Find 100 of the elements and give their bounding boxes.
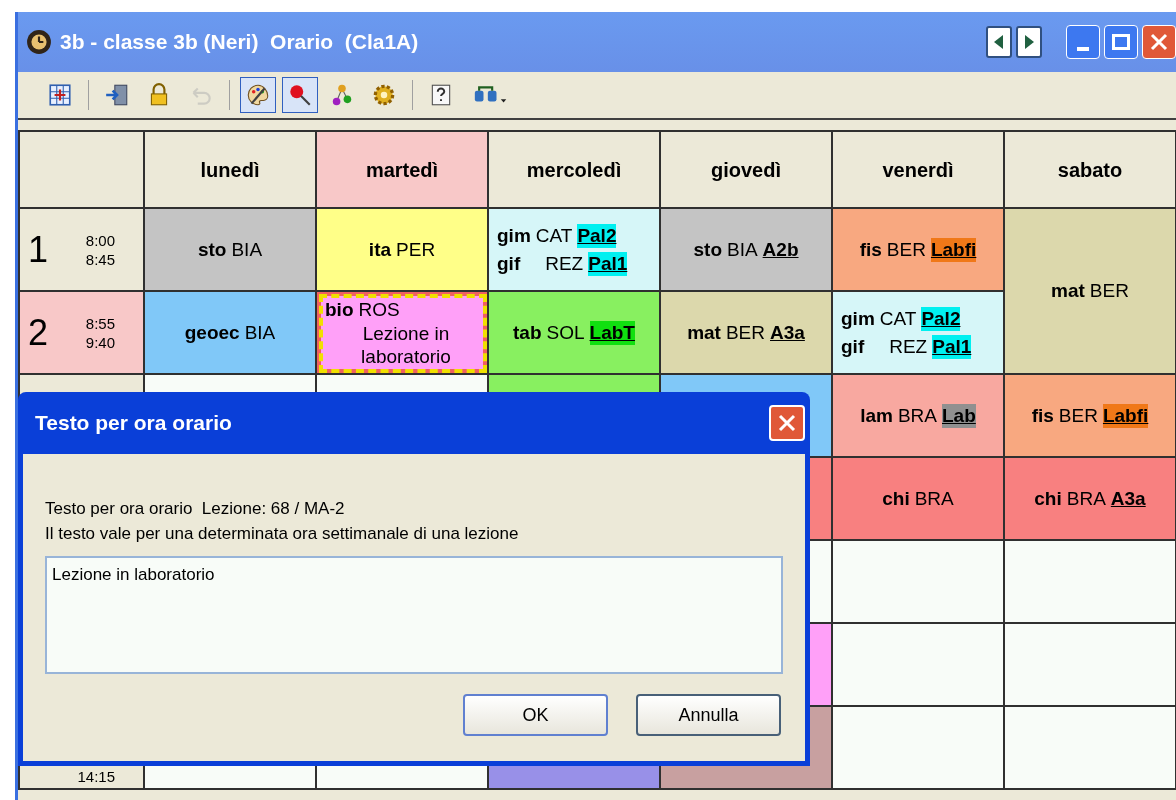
period-header[interactable]: 2 8:55 9:40 [20,292,145,375]
dialog-title: Testo per ora orario [35,410,232,437]
toolbar-button[interactable] [240,77,276,113]
day-header[interactable]: venerdì [833,132,1005,209]
day-header[interactable]: mercoledì [489,132,661,209]
subject-text: gif [841,334,865,359]
room-tag: Pal1 [588,251,628,276]
teacher-text: BRA [1066,486,1106,511]
window-title: 3b - classe 3b (Neri) Orario (Cla1A) [60,29,419,56]
previous-button[interactable] [986,26,1012,58]
teacher-text: CAT [535,223,573,248]
close-icon [778,414,796,432]
maximize-button[interactable] [1104,25,1138,59]
teacher-text: CAT [879,306,917,331]
room-tag: Pal2 [577,223,617,248]
lesson-cell[interactable]: chi BRA A3a [1005,458,1176,541]
room-tag: Labfi [930,237,977,262]
start-time: 8:55 [85,313,115,333]
lesson-cell[interactable]: ita PER [317,209,489,292]
subject-text: tab [513,320,542,345]
lesson-cell[interactable]: bio ROS Lezione in laboratorio [317,292,489,375]
subject-text: fis [1031,403,1054,428]
day-header[interactable]: giovedì [661,132,833,209]
pin-icon [287,82,313,108]
subject-text: geoec [184,320,240,345]
teacher-text: SOL [546,320,585,345]
text-field[interactable]: Lezione in laboratorio [45,556,783,674]
teacher-text: BIA [231,237,263,262]
lesson-cell[interactable]: fis BER Labfi [1005,375,1176,458]
subject-text: gim [841,306,875,331]
palette-icon [245,82,271,108]
lesson-cell[interactable]: gim CAT Pal2 gif REZ Pal1 [489,209,661,292]
room-tag: Labfi [1102,403,1149,428]
teacher-text: ROS [358,297,400,322]
teacher-text: PER [396,237,436,262]
start-time: 8:00 [85,230,115,250]
door-arrow-icon [104,82,130,108]
lesson-cell[interactable]: sto BIA [145,209,317,292]
end-time: 9:40 [85,332,115,352]
period-number: 1 [28,231,49,268]
end-time: 8:45 [85,249,115,269]
room-tag: A3a [1110,486,1146,511]
lesson-cell[interactable]: chi BRA [833,458,1005,541]
teacher-text: BRA [897,403,937,428]
gear-icon [371,82,397,108]
subject-text: gif [497,251,521,276]
room-tag: Pal1 [932,334,972,359]
subject-text: mat [1051,279,1085,303]
day-header[interactable]: sabato [1005,132,1176,209]
period-header[interactable]: 1 8:00 8:45 [20,209,145,292]
teacher-text: BER [886,237,926,262]
lesson-cell[interactable]: lam BRA Lab [833,375,1005,458]
lesson-cell[interactable]: sto BIA A2b [661,209,833,292]
subject-text: gim [497,223,531,248]
dialog-button[interactable]: OK [463,694,608,736]
teacher-text: BIA [244,320,276,345]
room-tag: A3a [770,320,805,345]
lesson-cell[interactable]: tab SOL LabT [489,292,661,375]
maximize-icon [1112,34,1130,50]
subject-text: bio [325,297,354,322]
close-button[interactable] [769,405,805,441]
period-number: 2 [28,314,49,351]
teacher-text: BER [1089,279,1129,303]
room-tag: Pal2 [921,306,961,331]
teacher-text: BIA [727,237,758,262]
lesson-cell[interactable]: gim CAT Pal2 gif REZ Pal1 [833,292,1005,375]
room-tag: A2b [762,237,799,262]
lesson-cell[interactable]: fis BER Labfi [833,209,1005,292]
info-text: Il testo vale per una determinata ora settimanale di una lezione [45,523,520,545]
teacher-text: REZ [888,334,928,359]
close-icon [1150,33,1168,51]
subject-text: chi [1034,486,1062,511]
teacher-text: BER [1058,403,1098,428]
note-text: Lezione in laboratorio [360,321,452,368]
info-text: Testo per ora orario Lezione: 68 / MA-2 [45,498,346,520]
minimize-button[interactable] [1066,25,1100,59]
lesson-cell[interactable]: geoec BIA [145,292,317,375]
subject-text: lam [860,403,893,428]
next-button[interactable] [1016,26,1042,58]
subject-text: sto [197,237,227,262]
dialog-button[interactable]: Annulla [636,694,781,736]
left-triangle-icon [994,35,1004,49]
table-icon [47,82,73,108]
subject-text: fis [859,237,882,262]
room-tag: LabT [589,320,635,345]
teacher-text: REZ [544,251,584,276]
lesson-cell[interactable]: mat BER A3a [661,292,833,375]
close-button[interactable] [1142,25,1176,59]
teacher-text: BER [725,320,765,345]
end-time: 14:15 [77,767,115,786]
subject-text: sto [693,237,722,262]
clock-icon [26,29,52,55]
subject-text: chi [882,486,910,511]
day-header[interactable]: martedì [317,132,489,209]
teacher-text: BRA [914,486,954,511]
right-triangle-icon [1024,35,1034,49]
toolbar-button[interactable] [282,77,318,113]
subject-text: ita [368,237,392,262]
lesson-cell[interactable]: mat BER [1005,209,1176,375]
day-header[interactable]: lunedì [145,132,317,209]
